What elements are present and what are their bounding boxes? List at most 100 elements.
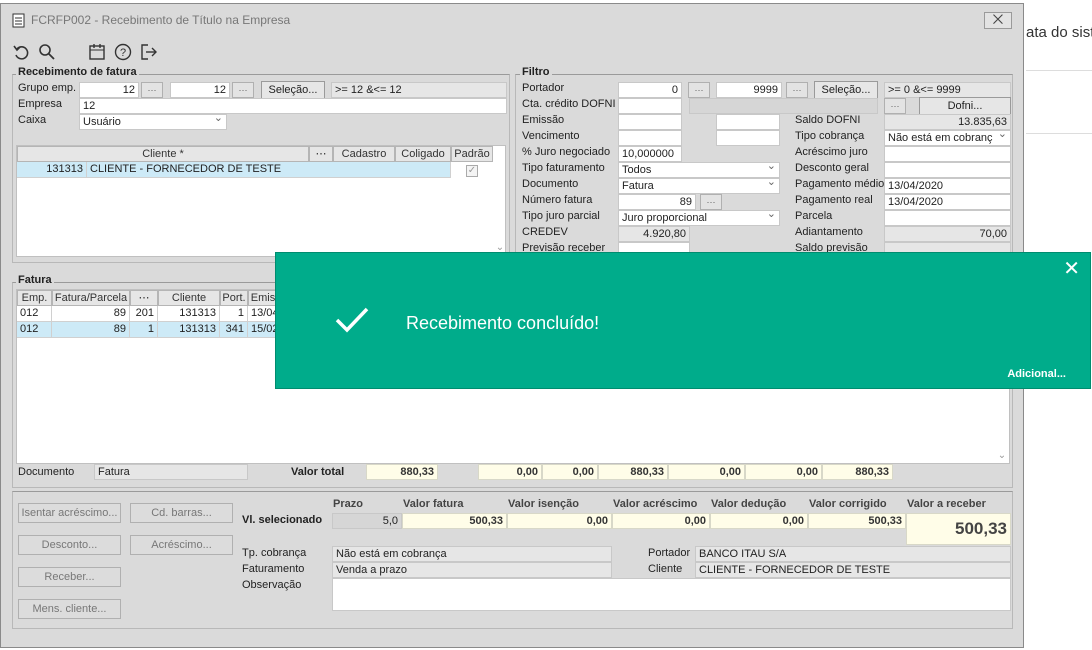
cd-barras-button[interactable]: Cd. barras... xyxy=(130,503,233,523)
col-coligado[interactable]: Coligado xyxy=(395,146,451,162)
vencimento-from-input[interactable] xyxy=(618,130,682,146)
row2-cliente[interactable]: 131313 xyxy=(158,322,220,338)
caixa-select[interactable]: Usuário xyxy=(79,114,227,130)
row2-port[interactable]: 341 xyxy=(220,322,248,338)
cliente-info-label: Cliente xyxy=(648,563,683,575)
pag-real-input[interactable]: 13/04/2020 xyxy=(884,194,1011,210)
undo-icon[interactable] xyxy=(11,42,31,62)
fatura-title: Fatura xyxy=(16,274,54,286)
col-emis[interactable]: Emis xyxy=(248,290,278,306)
svg-text:?: ? xyxy=(120,47,126,59)
portador-info-value: BANCO ITAU S/A xyxy=(695,546,1011,562)
faturamento-label: Faturamento xyxy=(242,563,305,575)
col-padrao[interactable]: Padrão xyxy=(451,146,493,162)
num-fat-input[interactable]: 89 xyxy=(618,194,696,210)
lookup-icon[interactable]: ⋯ xyxy=(884,98,906,114)
emissao-from-input[interactable] xyxy=(618,114,682,130)
grupo-selecao-button[interactable]: Seleção... xyxy=(261,81,325,99)
lookup-icon[interactable]: ⋯ xyxy=(309,146,333,162)
tp-cob-label: Tp. cobrança xyxy=(242,547,307,559)
calendar-icon[interactable] xyxy=(87,42,107,62)
lookup-icon[interactable]: ⋯ xyxy=(700,194,722,210)
receber-button[interactable]: Receber... xyxy=(18,567,121,587)
acrescimo-button[interactable]: Acréscimo... xyxy=(130,535,233,555)
toast-close-icon[interactable]: ✕ xyxy=(1063,259,1080,279)
isentar-button[interactable]: Isentar acréscimo... xyxy=(18,503,121,523)
observacao-textarea[interactable] xyxy=(332,578,1011,611)
lookup-icon[interactable]: ⋯ xyxy=(141,82,163,98)
col-emp[interactable]: Emp. xyxy=(17,290,52,306)
lookup-icon[interactable]: ⋯ xyxy=(786,82,808,98)
emissao-label: Emissão xyxy=(522,114,565,126)
valor-deducao-value: 0,00 xyxy=(710,513,808,529)
valor-isencao-value: 0,00 xyxy=(507,513,612,529)
row1-cliente[interactable]: 131313 xyxy=(158,306,220,322)
row2-fatura[interactable]: 89 xyxy=(52,322,130,338)
emissao-to-input[interactable] xyxy=(716,114,780,130)
juro-input[interactable]: 10,000000 xyxy=(618,146,682,162)
lookup-icon[interactable]: ⋯ xyxy=(232,82,254,98)
tipo-cob-select[interactable]: Não está em cobranç xyxy=(884,130,1011,146)
valor-isencao-header: Valor isenção xyxy=(508,498,579,510)
acresc-input[interactable] xyxy=(884,146,1011,162)
tipo-juro-select[interactable]: Juro proporcional xyxy=(618,210,780,226)
row2-emp[interactable]: 012 xyxy=(17,322,52,338)
close-button[interactable]: ⨉ xyxy=(984,12,1012,29)
vencimento-to-input[interactable] xyxy=(716,130,780,146)
tipo-fat-select[interactable]: Todos xyxy=(618,162,780,178)
help-icon[interactable]: ? xyxy=(113,42,133,62)
lookup-icon[interactable]: ⋯ xyxy=(688,82,710,98)
dofni-button[interactable]: Dofni... xyxy=(919,97,1011,115)
divider xyxy=(1026,133,1092,134)
mens-cliente-button[interactable]: Mens. cliente... xyxy=(18,599,121,619)
credev-label: CREDEV xyxy=(522,226,568,238)
toast-additional-link[interactable]: Adicional... xyxy=(1007,368,1066,380)
total-7: 880,33 xyxy=(822,464,893,480)
search-icon[interactable] xyxy=(37,42,57,62)
documento-select[interactable]: Fatura xyxy=(618,178,780,194)
portador-from-input[interactable]: 0 xyxy=(618,82,682,98)
row1-emp[interactable]: 012 xyxy=(17,306,52,322)
pag-medio-input[interactable]: 13/04/2020 xyxy=(884,178,1011,194)
col-fatura-parcela[interactable]: Fatura/Parcela xyxy=(52,290,130,306)
grupo-to-input[interactable]: 12 xyxy=(170,82,230,98)
total-3: 0,00 xyxy=(542,464,598,480)
portador-to-input[interactable]: 9999 xyxy=(716,82,782,98)
desconto-button[interactable]: Desconto... xyxy=(18,535,121,555)
col-cadastro[interactable]: Cadastro xyxy=(333,146,395,162)
portador-selecao-button[interactable]: Seleção... xyxy=(814,81,878,99)
row1-parcela[interactable]: 201 xyxy=(130,306,158,322)
row1-emis[interactable]: 13/04 xyxy=(248,306,278,322)
caixa-label: Caixa xyxy=(18,114,47,126)
empresa-input[interactable]: 12 xyxy=(79,98,507,114)
desc-input[interactable] xyxy=(884,162,1011,178)
documento-label: Documento xyxy=(522,178,579,190)
total-2: 0,00 xyxy=(478,464,542,480)
faturamento-value: Venda a prazo xyxy=(332,562,612,578)
grupo-from-input[interactable]: 12 xyxy=(79,82,139,98)
padrao-checkbox[interactable]: ✓ xyxy=(466,165,478,177)
cliente-code[interactable]: 131313 xyxy=(17,162,87,178)
cta-input[interactable] xyxy=(618,98,682,114)
exit-icon[interactable] xyxy=(139,42,159,62)
tipo-fat-label: Tipo faturamento xyxy=(522,162,605,174)
row2-emis[interactable]: 15/02 xyxy=(248,322,278,338)
lookup-icon[interactable]: ⋯ xyxy=(130,290,158,306)
valor-fatura-value: 500,33 xyxy=(402,513,507,529)
col-cliente[interactable]: Cliente * xyxy=(17,146,309,162)
row2-parcela[interactable]: 1 xyxy=(130,322,158,338)
scroll-down-icon[interactable]: ⌄ xyxy=(995,450,1009,461)
saldo-dofni-label: Saldo DOFNI xyxy=(795,114,861,126)
parcela-input[interactable] xyxy=(884,210,1011,226)
row1-port[interactable]: 1 xyxy=(220,306,248,322)
cliente-name[interactable]: CLIENTE - FORNECEDOR DE TESTE xyxy=(87,162,451,178)
prazo-value: 5,0 xyxy=(332,513,402,529)
col-cliente[interactable]: Cliente xyxy=(158,290,220,306)
row1-fatura[interactable]: 89 xyxy=(52,306,130,322)
adiant-value: 70,00 xyxy=(884,226,1011,242)
acresc-label: Acréscimo juro xyxy=(795,146,868,158)
valor-acrescimo-value: 0,00 xyxy=(612,513,710,529)
col-port[interactable]: Port. xyxy=(220,290,248,306)
tipo-juro-label: Tipo juro parcial xyxy=(522,210,600,222)
portador-info-label: Portador xyxy=(648,547,691,559)
